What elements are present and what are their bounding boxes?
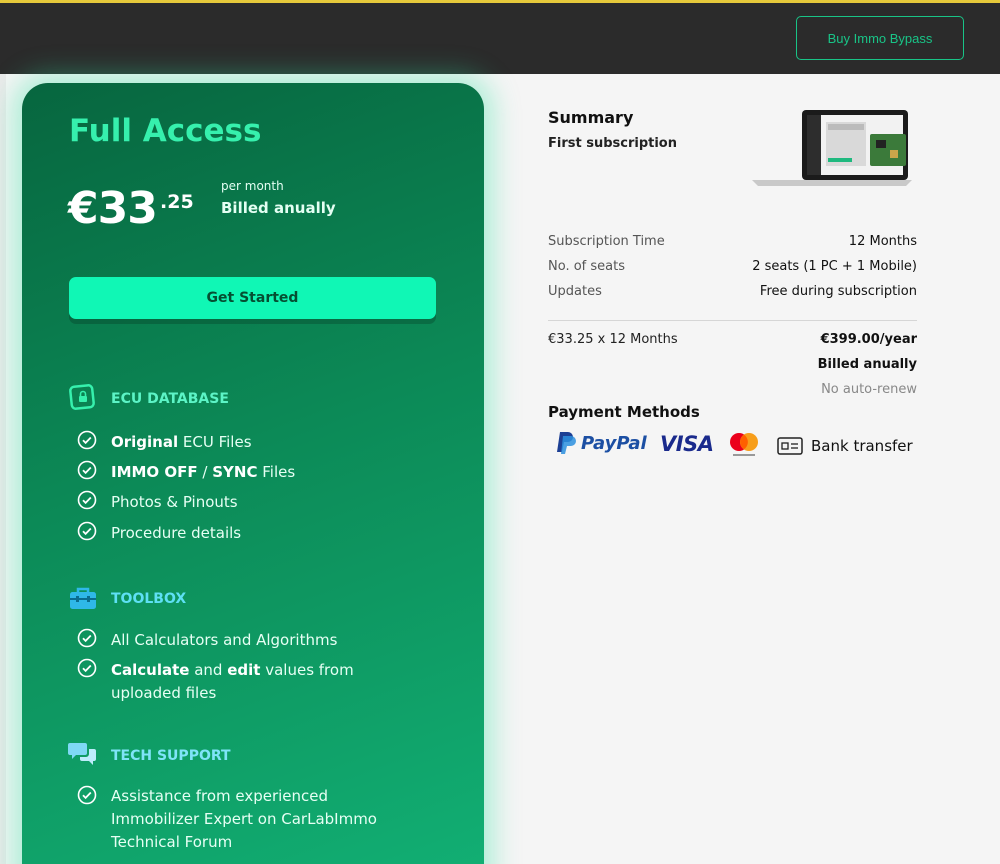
check-icon — [77, 658, 97, 678]
feature-expert-assistance: Assistance from experienced Immobilizer E… — [111, 787, 377, 851]
paypal-icon — [557, 432, 576, 454]
toolbox-title: TOOLBOX — [111, 591, 187, 607]
ecu-database-title: ECU DATABASE — [111, 391, 229, 407]
check-icon — [77, 628, 97, 648]
feature-calculate-edit: Calculate and edit values from uploaded f… — [111, 661, 354, 702]
feature-original-ecu: Original ECU Files — [111, 433, 252, 451]
updates-value: Free during subscription — [759, 284, 917, 299]
subscription-time-value: 12 Months — [848, 234, 917, 249]
price-calculation: €33.25 x 12 Months — [548, 332, 678, 347]
feature-procedure-details: Procedure details — [111, 524, 242, 542]
top-nav-bar: Buy Immo Bypass — [0, 0, 1000, 74]
check-icon — [77, 521, 97, 541]
check-icon — [77, 460, 97, 480]
no-auto-renew-label: No auto-renew — [821, 382, 917, 397]
get-started-button[interactable]: Get Started — [69, 277, 436, 319]
per-month-label: per month — [221, 179, 284, 193]
chat-bubbles-icon — [68, 743, 96, 765]
seats-value: 2 seats (1 PC + 1 Mobile) — [752, 259, 917, 274]
feature-photos-pinouts: Photos & Pinouts — [111, 493, 238, 511]
toolbox-icon — [70, 587, 96, 609]
check-icon — [77, 430, 97, 450]
plan-price: €33 — [68, 183, 158, 234]
check-icon — [77, 785, 97, 805]
summary-subtitle: First subscription — [548, 136, 677, 151]
bank-transfer-option[interactable]: Bank transfer — [777, 437, 913, 455]
payment-methods-title: Payment Methods — [548, 403, 700, 421]
mastercard-icon[interactable] — [727, 431, 761, 459]
billing-label: Billed anually — [221, 199, 336, 217]
total-price: €399.00/year — [820, 332, 917, 347]
plan-price-cents: .25 — [160, 191, 194, 213]
database-lock-icon — [69, 384, 95, 410]
laptop-image — [752, 110, 912, 186]
paypal-option[interactable]: PayPal — [556, 431, 647, 455]
seats-label: No. of seats — [548, 259, 625, 274]
summary-title: Summary — [548, 108, 634, 127]
tech-support-title: TECH SUPPORT — [111, 748, 231, 764]
feature-calculators: All Calculators and Algorithms — [111, 631, 338, 649]
plan-card: Full Access €33 .25 per month Billed anu… — [22, 83, 484, 864]
subscription-time-label: Subscription Time — [548, 234, 665, 249]
billed-annually-label: Billed anually — [817, 357, 917, 372]
check-icon — [77, 490, 97, 510]
bank-transfer-label: Bank transfer — [811, 437, 913, 455]
summary-divider — [548, 320, 917, 321]
updates-label: Updates — [548, 284, 602, 299]
feature-immo-off-sync: IMMO OFF / SYNC Files — [111, 463, 296, 481]
left-edge-panel — [0, 74, 6, 864]
bank-card-icon — [777, 437, 803, 455]
plan-title: Full Access — [69, 113, 262, 149]
paypal-label: PayPal — [581, 432, 647, 454]
buy-immo-bypass-button[interactable]: Buy Immo Bypass — [796, 16, 964, 60]
visa-option[interactable]: VISA — [660, 432, 714, 456]
